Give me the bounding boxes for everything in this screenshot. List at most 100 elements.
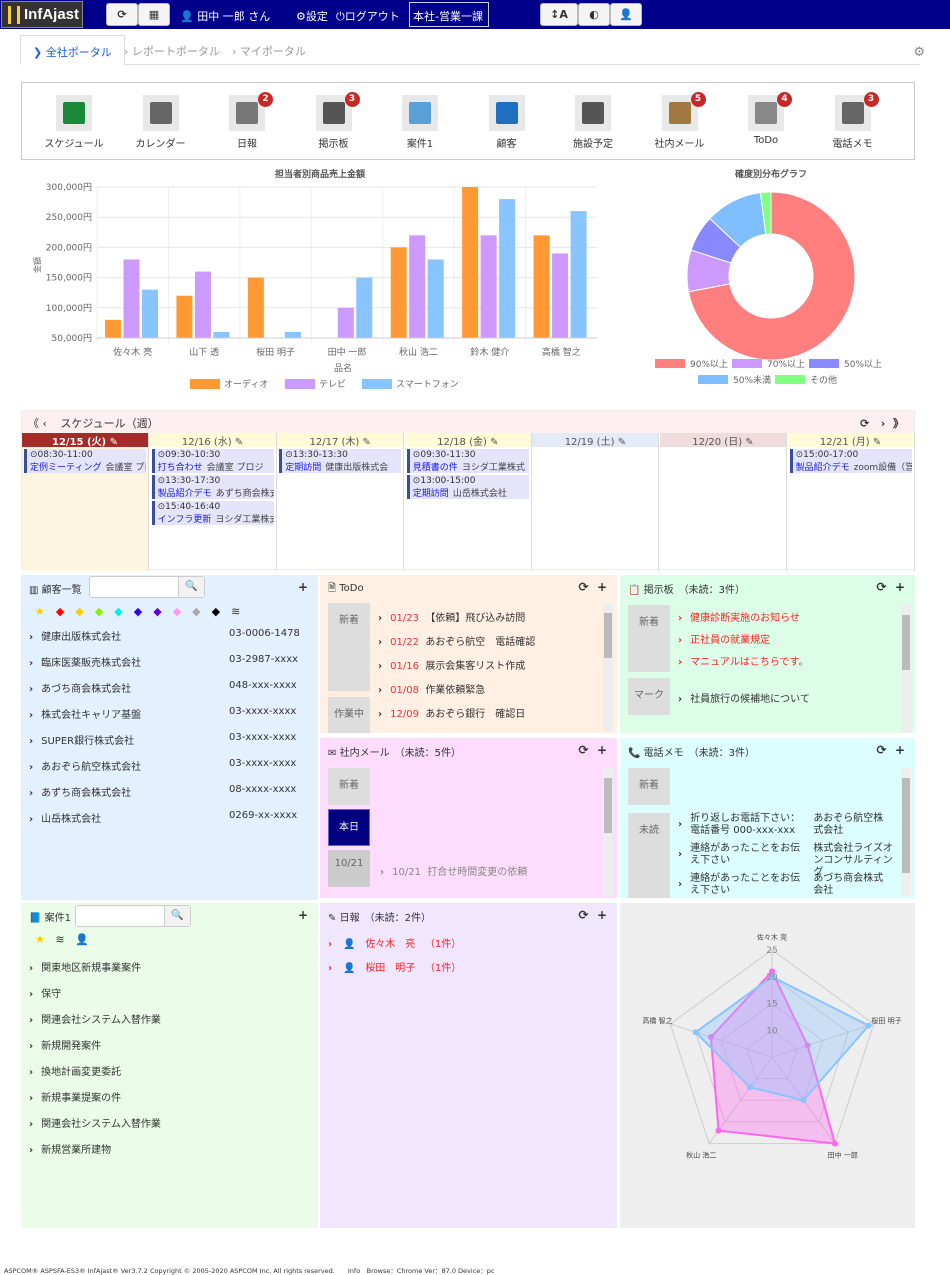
tag-icon[interactable]: ◆ (173, 605, 181, 618)
star-icon[interactable]: ★ (35, 605, 45, 618)
customer-item[interactable]: › 臨床医薬販売株式会社 03-2987-xxxx (29, 654, 309, 669)
schedule-event[interactable]: ⊙15:40-16:40 インフラ更新 ヨシダ工業株式 (151, 501, 274, 525)
app-6[interactable]: 施設予定 (553, 95, 633, 150)
daily-report-item[interactable]: › 👤 桜田 明子 （1件） (328, 959, 461, 974)
add-icon[interactable]: + (298, 908, 308, 922)
logout-link[interactable]: ⏻ログアウト (336, 8, 400, 24)
prev-month-icon[interactable]: 《 (28, 417, 39, 430)
project-item[interactable]: › 関連会社システム入替作業 (29, 1011, 161, 1026)
bulletin-item[interactable]: › マニュアルはこちらです。 (678, 653, 809, 668)
tag-icon[interactable]: ◆ (75, 605, 83, 618)
project-item[interactable]: › 新規営業所建物 (29, 1141, 111, 1156)
todo-item[interactable]: › 01/22 あおぞら航空 電話確認 (378, 633, 535, 648)
tag-icon[interactable]: ◆ (114, 605, 122, 618)
refresh-icon[interactable]: ⟳ (877, 743, 887, 757)
phone-memo-item[interactable]: › 折り返しお電話下さい：電話番号 000-xxx-xxx あおぞら航空株式会社 (678, 813, 893, 837)
prev-week-icon[interactable]: ‹ (43, 417, 47, 430)
project-search-input[interactable]: 🔍 (75, 905, 191, 927)
scrollbar[interactable] (901, 768, 911, 896)
tab-my-portal[interactable]: › マイポータル (220, 35, 318, 65)
todo-item[interactable]: › 12/09 あおぞら銀行 確認日 (378, 705, 525, 720)
customer-item[interactable]: › あおぞら航空株式会社 03-xxxx-xxxx (29, 758, 309, 773)
department-select[interactable]: 本社-営業一課 ⌄ (409, 2, 489, 37)
bulletin-item[interactable]: › 社員旅行の候補地について (678, 690, 810, 705)
add-icon[interactable]: + (597, 580, 607, 594)
day-header[interactable]: 12/18 (金) ✎ (404, 433, 531, 448)
app-3[interactable]: 3 掲示板 (294, 92, 374, 150)
day-header[interactable]: 12/16 (水) ✎ (149, 433, 276, 448)
todo-item[interactable]: › 01/08 作業依頼緊急 (378, 681, 485, 696)
next-week-icon[interactable]: › (881, 417, 886, 430)
todo-item[interactable]: › 01/23 【依頼】飛び込み訪問 (378, 609, 525, 624)
customer-item[interactable]: › 健康出版株式会社 03-0006-1478 (29, 628, 309, 643)
font-size-button[interactable]: ↕A (540, 3, 578, 26)
app-9[interactable]: 3 電話メモ (813, 92, 893, 150)
settings-link[interactable]: ⚙設定 (296, 8, 328, 24)
wifi-icon[interactable]: ≋ (231, 605, 240, 618)
phone-memo-item[interactable]: › 連絡があったことをお伝え下さい あづち商会株式会社 (678, 873, 893, 897)
project-item[interactable]: › 新規開発案件 (29, 1037, 101, 1052)
schedule-event[interactable]: ⊙09:30-10:30 打ち合わせ 会議室 プロジ (151, 449, 274, 473)
customer-item[interactable]: › 山岳株式会社 0269-xx-xxxx (29, 810, 309, 825)
add-icon[interactable]: + (298, 580, 308, 594)
add-icon[interactable]: + (597, 743, 607, 757)
bulletin-item[interactable]: › 健康診断実施のお知らせ (678, 609, 800, 624)
scrollbar[interactable] (603, 768, 613, 896)
tag-icon[interactable]: ◆ (56, 605, 64, 618)
scrollbar[interactable] (603, 603, 613, 731)
tab-report-portal[interactable]: › レポートポータル (112, 35, 232, 65)
refresh-icon[interactable]: ⟳ (579, 908, 589, 922)
refresh-button[interactable]: ⟳ (106, 3, 138, 26)
contrast-button[interactable]: ◐ (578, 3, 610, 26)
day-header[interactable]: 12/19 (土) ✎ (532, 433, 659, 448)
tag-icon[interactable]: ◆ (134, 605, 142, 618)
add-icon[interactable]: + (895, 743, 905, 757)
customer-item[interactable]: › SUPER銀行株式会社 03-xxxx-xxxx (29, 732, 309, 747)
schedule-event[interactable]: ⊙13:30-13:30 定期訪問 健康出版株式会 (279, 449, 402, 473)
grid-menu-button[interactable]: ▦ (138, 3, 170, 26)
customer-search-input[interactable]: 🔍 (89, 576, 205, 598)
app-1[interactable]: カレンダー (121, 95, 201, 150)
day-header[interactable]: 12/21 (月) ✎ (787, 433, 914, 448)
day-header[interactable]: 12/20 (日) ✎ (660, 433, 786, 448)
tag-icon[interactable]: ◆ (192, 605, 200, 618)
profile-button[interactable]: 👤 (610, 3, 642, 26)
app-5[interactable]: 顧客 (467, 95, 547, 150)
tag-icon[interactable]: ◆ (212, 605, 220, 618)
schedule-event[interactable]: ⊙13:30-17:30 製品紹介デモ あずち商会株式 (151, 475, 274, 499)
customer-item[interactable]: › 株式会社キャリア基盤 03-xxxx-xxxx (29, 706, 309, 721)
customer-item[interactable]: › あづち商会株式会社 048-xxx-xxxx (29, 680, 309, 695)
refresh-icon[interactable]: ⟳ (579, 580, 589, 594)
daily-report-item[interactable]: › 👤 佐々木 亮 （1件） (328, 935, 461, 950)
next-month-icon[interactable]: 》 (893, 417, 904, 430)
project-item[interactable]: › 新規事業提案の件 (29, 1089, 121, 1104)
app-4[interactable]: 案件1 (380, 95, 460, 150)
day-header[interactable]: 12/15 (火) ✎ (22, 433, 148, 448)
customer-item[interactable]: › あずち商会株式会社 08-xxxx-xxxx (29, 784, 309, 799)
app-0[interactable]: スケジュール (34, 95, 114, 150)
schedule-event[interactable]: ⊙08:30-11:00定例ミーティング会議室 プロジ (24, 449, 146, 473)
day-header[interactable]: 12/17 (木) ✎ (277, 433, 404, 448)
search-icon[interactable]: 🔍 (178, 577, 204, 597)
refresh-icon[interactable]: ⟳ (877, 580, 887, 594)
tab-company-portal[interactable]: ❯ 全社ポータル (20, 35, 125, 65)
project-item[interactable]: › 換地計画変更委託 (29, 1063, 121, 1078)
add-icon[interactable]: + (597, 908, 607, 922)
gear-icon[interactable]: ⚙ (913, 45, 925, 60)
schedule-event[interactable]: ⊙15:00-17:00 製品紹介デモ zoom設備（営 (789, 449, 912, 473)
logo[interactable]: InfAjast (1, 1, 83, 28)
refresh-icon[interactable]: ⟳ (579, 743, 589, 757)
mail-item[interactable]: › 10/21 打合せ時間変更の依頼 (380, 863, 527, 878)
app-2[interactable]: 2 日報 (207, 92, 287, 150)
todo-item[interactable]: › 01/16 展示会集客リスト作成 (378, 657, 525, 672)
wifi-icon[interactable]: ≋ (55, 933, 64, 946)
project-item[interactable]: › 保守 (29, 985, 61, 1000)
add-icon[interactable]: + (895, 580, 905, 594)
user-icon[interactable]: 👤 (75, 933, 89, 946)
schedule-event[interactable]: ⊙09:30-11:30 見積書の件 ヨシダ工業株式 (406, 449, 529, 473)
project-item[interactable]: › 関連会社システム入替作業 (29, 1115, 161, 1130)
tag-icon[interactable]: ◆ (153, 605, 161, 618)
project-item[interactable]: › 関東地区新規事業案件 (29, 959, 141, 974)
refresh-icon[interactable]: ⟳ (860, 417, 869, 430)
schedule-event[interactable]: ⊙13:00-15:00 定期訪問 山岳株式会社 (406, 475, 529, 499)
